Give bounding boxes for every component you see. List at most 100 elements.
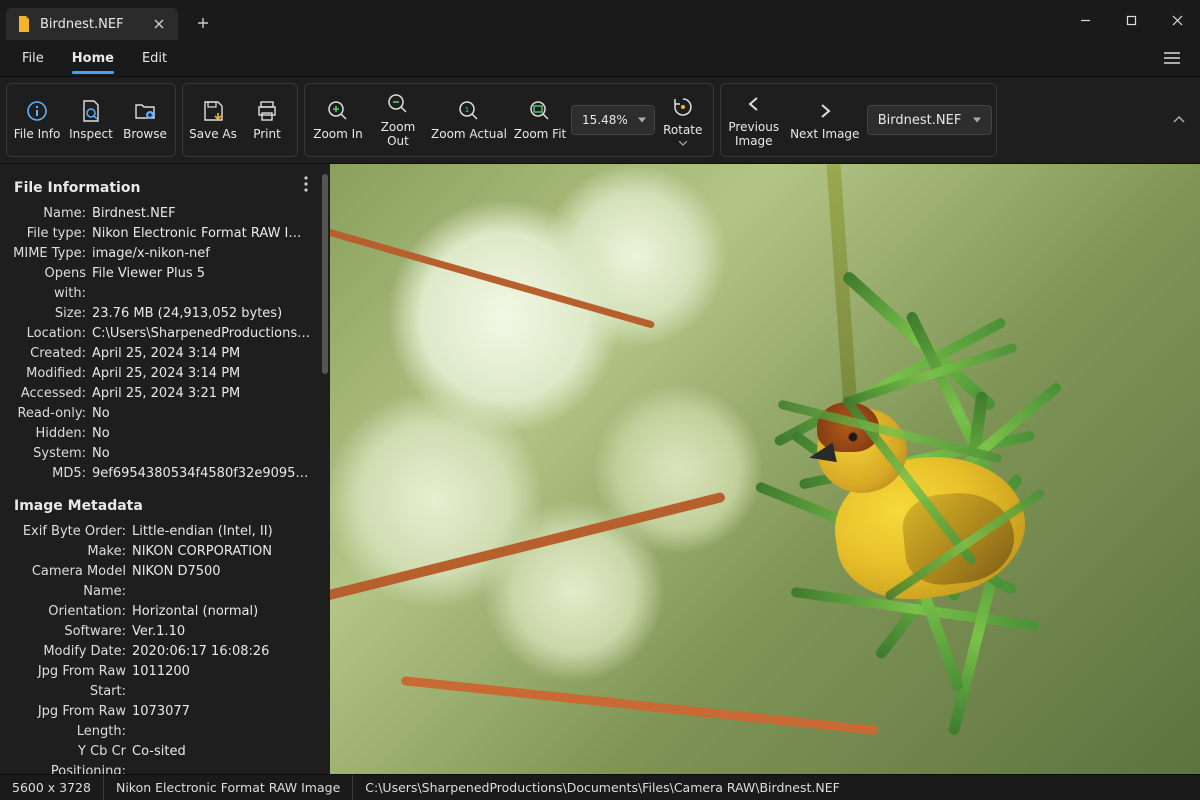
property-key: MD5: <box>12 464 92 484</box>
save-icon <box>200 98 226 124</box>
property-key: Hidden: <box>12 424 92 444</box>
property-value: No <box>92 444 312 464</box>
chevron-left-icon <box>741 91 767 117</box>
property-value: 9ef6954380534f4580f32e90952655ef <box>92 464 312 484</box>
property-row: Y Cb Cr Positioning:Co-sited <box>12 742 312 774</box>
property-value: 2020:06:17 16:08:26 <box>132 642 312 662</box>
file-info-heading: File Information <box>14 180 326 196</box>
property-row: Read-only:No <box>12 404 312 424</box>
property-value: 23.76 MB (24,913,052 bytes) <box>92 304 312 324</box>
panel-menu-button[interactable] <box>296 174 316 194</box>
property-key: Jpg From Raw Length: <box>12 702 132 742</box>
sidebar-scrollbar[interactable] <box>322 174 328 374</box>
property-row: Exif Byte Order:Little-endian (Intel, II… <box>12 522 312 542</box>
property-key: File type: <box>12 224 92 244</box>
zoom-fit-button[interactable]: Zoom Fit <box>511 84 569 156</box>
property-key: Jpg From Raw Start: <box>12 662 132 702</box>
info-panel[interactable]: File Information Name:Birdnest.NEFFile t… <box>0 164 330 774</box>
property-value: NIKON D7500 <box>132 562 312 582</box>
zoom-level-select[interactable]: 15.48% <box>571 105 655 135</box>
next-image-button[interactable]: Next Image <box>785 84 865 156</box>
ribbon-group-view: Zoom In Zoom Out 1 Zoom Actual Zoom Fit … <box>304 83 714 157</box>
property-key: Read-only: <box>12 404 92 424</box>
property-key: Exif Byte Order: <box>12 522 132 542</box>
inspect-button[interactable]: Inspect <box>65 84 117 156</box>
minimize-button[interactable] <box>1062 0 1108 40</box>
folder-icon <box>132 98 158 124</box>
hamburger-menu-button[interactable] <box>1154 40 1190 76</box>
ribbon-group-output: Save As Print <box>182 83 298 157</box>
property-key: Opens with: <box>12 264 92 304</box>
document-tab[interactable]: Birdnest.NEF <box>6 8 178 40</box>
inspect-icon <box>78 98 104 124</box>
property-row: Opens with:File Viewer Plus 5 <box>12 264 312 304</box>
property-row: Make:NIKON CORPORATION <box>12 542 312 562</box>
property-value: No <box>92 404 312 424</box>
menu-file[interactable]: File <box>10 45 56 72</box>
property-row: Orientation:Horizontal (normal) <box>12 602 312 622</box>
zoom-in-button[interactable]: Zoom In <box>309 84 367 156</box>
property-value: Little-endian (Intel, II) <box>132 522 312 542</box>
zoom-out-button[interactable]: Zoom Out <box>369 84 427 156</box>
property-value: Nikon Electronic Format RAW Image (... <box>92 224 312 244</box>
property-row: Created:April 25, 2024 3:14 PM <box>12 344 312 364</box>
image-viewer[interactable] <box>330 164 1200 774</box>
menubar: File Home Edit <box>0 40 1200 76</box>
property-row: Modify Date:2020:06:17 16:08:26 <box>12 642 312 662</box>
tab-label: Birdnest.NEF <box>40 17 124 32</box>
workspace: File Information Name:Birdnest.NEFFile t… <box>0 164 1200 774</box>
property-value: April 25, 2024 3:14 PM <box>92 344 312 364</box>
property-row: Jpg From Raw Start:1011200 <box>12 662 312 702</box>
property-value: File Viewer Plus 5 <box>92 264 312 284</box>
property-value: April 25, 2024 3:21 PM <box>92 384 312 404</box>
previous-image-button[interactable]: Previous Image <box>725 84 783 156</box>
statusbar: 5600 x 3728 Nikon Electronic Format RAW … <box>0 774 1200 800</box>
property-value: C:\Users\SharpenedProductions\Docu... <box>92 324 312 344</box>
ribbon-group-navigate: Previous Image Next Image Birdnest.NEF <box>720 83 998 157</box>
svg-text:1: 1 <box>465 106 469 114</box>
chevron-right-icon <box>812 98 838 124</box>
rotate-button[interactable]: Rotate <box>657 84 709 156</box>
browse-button[interactable]: Browse <box>119 84 171 156</box>
status-path: C:\Users\SharpenedProductions\Documents\… <box>353 775 852 800</box>
property-value: Horizontal (normal) <box>132 602 312 622</box>
property-key: Modify Date: <box>12 642 132 662</box>
property-key: Software: <box>12 622 132 642</box>
property-value: Co-sited <box>132 742 312 762</box>
property-row: Accessed:April 25, 2024 3:21 PM <box>12 384 312 404</box>
property-value: 1011200 <box>132 662 312 682</box>
property-key: Orientation: <box>12 602 132 622</box>
image-metadata-heading: Image Metadata <box>14 498 326 514</box>
property-row: Software:Ver.1.10 <box>12 622 312 642</box>
property-row: MD5:9ef6954380534f4580f32e90952655ef <box>12 464 312 484</box>
property-key: Location: <box>12 324 92 344</box>
property-value: No <box>92 424 312 444</box>
property-key: Created: <box>12 344 92 364</box>
collapse-ribbon-button[interactable] <box>1164 83 1194 157</box>
rotate-icon <box>670 94 696 120</box>
property-value: NIKON CORPORATION <box>132 542 312 562</box>
save-as-button[interactable]: Save As <box>187 84 239 156</box>
property-row: MIME Type:image/x-nikon-nef <box>12 244 312 264</box>
file-navigator-select[interactable]: Birdnest.NEF <box>867 105 993 135</box>
image-preview <box>330 164 1200 774</box>
close-window-button[interactable] <box>1154 0 1200 40</box>
property-key: Modified: <box>12 364 92 384</box>
file-info-button[interactable]: File Info <box>11 84 63 156</box>
property-key: Name: <box>12 204 92 224</box>
property-value: April 25, 2024 3:14 PM <box>92 364 312 384</box>
property-row: Hidden:No <box>12 424 312 444</box>
print-button[interactable]: Print <box>241 84 293 156</box>
titlebar: Birdnest.NEF <box>0 0 1200 40</box>
menu-home[interactable]: Home <box>60 45 126 72</box>
maximize-button[interactable] <box>1108 0 1154 40</box>
zoom-actual-button[interactable]: 1 Zoom Actual <box>429 84 509 156</box>
property-row: Jpg From Raw Length:1073077 <box>12 702 312 742</box>
new-tab-button[interactable] <box>188 8 218 38</box>
property-row: System:No <box>12 444 312 464</box>
tab-close-button[interactable] <box>150 15 168 33</box>
property-row: Modified:April 25, 2024 3:14 PM <box>12 364 312 384</box>
property-value: 1073077 <box>132 702 312 722</box>
menu-edit[interactable]: Edit <box>130 45 179 72</box>
zoom-in-icon <box>325 98 351 124</box>
